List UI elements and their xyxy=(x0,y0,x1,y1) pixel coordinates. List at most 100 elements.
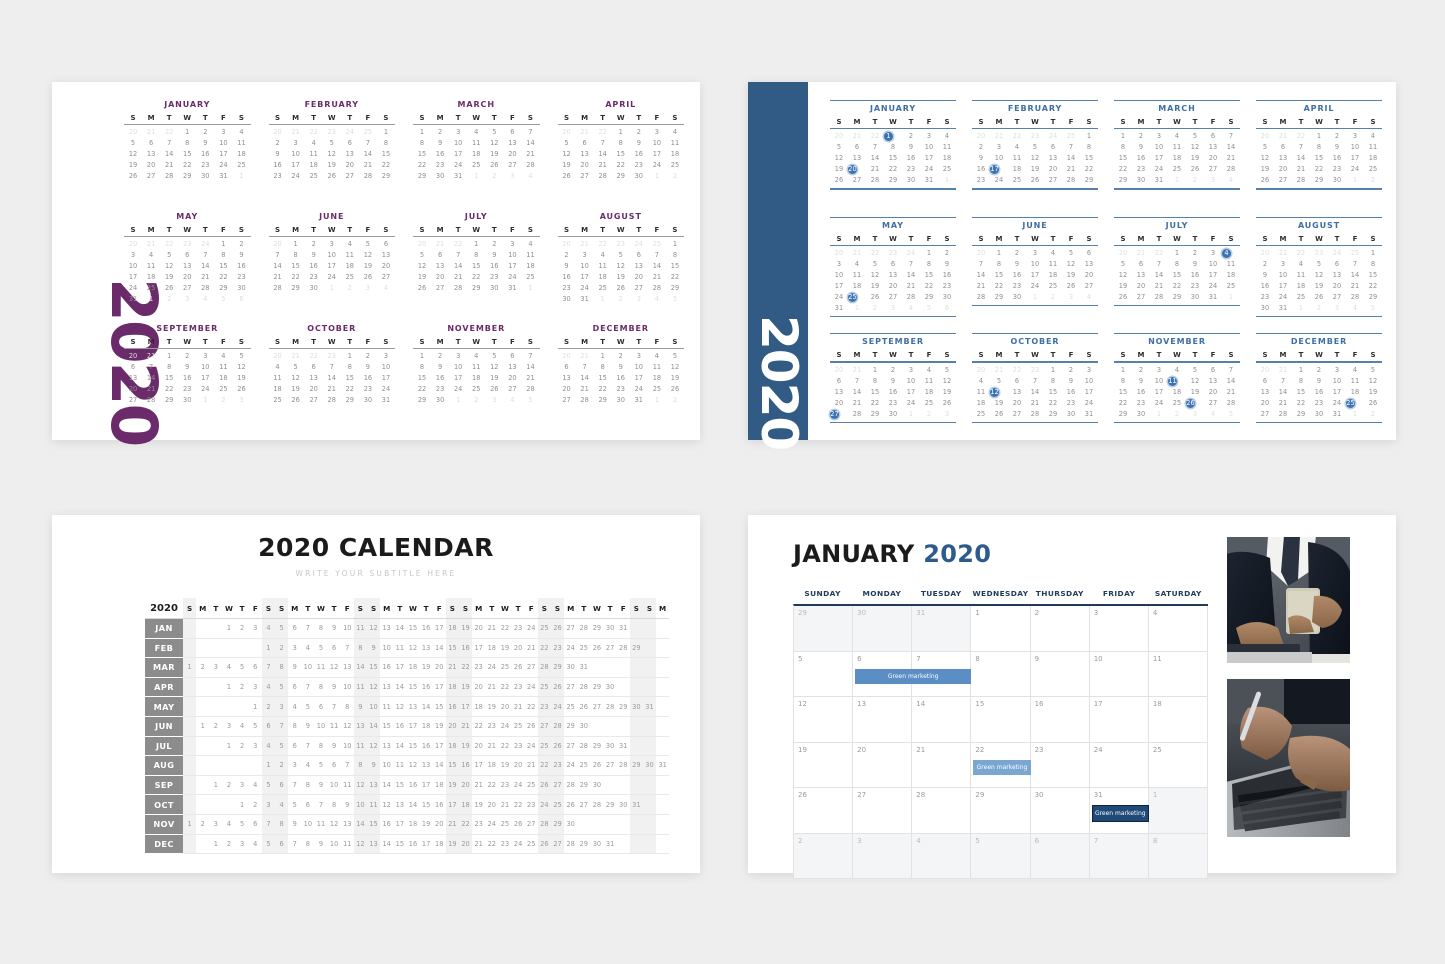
linear-day-cell[interactable]: 16 xyxy=(419,736,433,757)
day-cell[interactable]: 15 xyxy=(1080,154,1098,163)
linear-day-cell[interactable]: 30 xyxy=(564,657,578,678)
linear-day-cell[interactable]: 10 xyxy=(327,775,341,796)
day-cell[interactable]: 2 xyxy=(1186,249,1204,258)
linear-day-cell[interactable]: 8 xyxy=(353,638,367,659)
day-cell[interactable]: 21 xyxy=(521,150,539,159)
day-cell[interactable]: 12 xyxy=(612,262,630,271)
day-cell[interactable]: 11 xyxy=(232,139,250,148)
linear-day-cell[interactable]: 30 xyxy=(642,755,657,776)
linear-day-cell[interactable]: 18 xyxy=(485,755,499,776)
day-cell[interactable]: 20 xyxy=(1044,165,1062,174)
day-cell[interactable]: 29 xyxy=(612,172,630,181)
day-cell[interactable]: 5 xyxy=(485,352,503,361)
day-cell[interactable]: 17 xyxy=(1150,154,1168,163)
linear-day-cell[interactable]: 27 xyxy=(603,755,617,776)
linear-day-cell[interactable]: 19 xyxy=(458,736,473,757)
day-cell[interactable]: 25 xyxy=(666,161,684,170)
day-cell[interactable]: 2 xyxy=(902,132,920,141)
day-cell[interactable]: 27 xyxy=(630,284,648,293)
day-cell[interactable]: 3 xyxy=(1328,366,1346,375)
day-cell[interactable]: 27 xyxy=(1204,399,1222,408)
linear-day-cell[interactable]: 23 xyxy=(472,657,486,678)
day-cell[interactable]: 21 xyxy=(594,161,612,170)
day-cell[interactable]: 27 xyxy=(1274,176,1292,185)
linear-day-cell[interactable]: 10 xyxy=(314,716,328,737)
linear-day-cell[interactable]: 3 xyxy=(288,755,302,776)
linear-day-cell[interactable]: 30 xyxy=(616,794,630,815)
day-cell[interactable]: 12 xyxy=(1310,271,1328,280)
linear-day-cell[interactable]: 22 xyxy=(485,775,499,796)
day-cell[interactable]: 24 xyxy=(377,385,395,394)
day-cell[interactable]: 7 xyxy=(576,363,594,372)
day-cell[interactable]: 21 xyxy=(1222,388,1240,397)
day-cell[interactable]: 27 xyxy=(1132,293,1150,302)
linear-day-cell[interactable]: 6 xyxy=(288,677,302,698)
day-cell[interactable]: 8 xyxy=(413,363,431,372)
day-cell[interactable]: 29 xyxy=(594,396,612,405)
day-cell[interactable]: 20 xyxy=(377,262,395,271)
linear-day-cell[interactable]: 7 xyxy=(301,736,315,757)
linear-day-cell[interactable]: 17 xyxy=(472,638,486,659)
day-cell[interactable]: 26 xyxy=(232,385,250,394)
calendar-event-chip[interactable]: Green marketing xyxy=(973,759,1031,775)
day-cell[interactable]: 25 xyxy=(232,161,250,170)
linear-day-cell[interactable]: 15 xyxy=(419,794,433,815)
linear-day-cell[interactable]: 14 xyxy=(432,638,446,659)
linear-day-cell[interactable]: 11 xyxy=(340,775,354,796)
month-view-cell[interactable]: 25 xyxy=(1148,742,1208,788)
day-cell[interactable]: 8 xyxy=(377,139,395,148)
day-cell[interactable]: 17 xyxy=(323,262,341,271)
day-cell[interactable]: 1 xyxy=(178,128,196,137)
day-cell[interactable]: 23 xyxy=(178,385,196,394)
day-cell[interactable]: 4 xyxy=(938,132,956,141)
linear-day-cell[interactable]: 14 xyxy=(366,716,381,737)
day-cell[interactable]: 28 xyxy=(1222,165,1240,174)
linear-day-cell[interactable]: 22 xyxy=(498,736,512,757)
day-cell[interactable]: 14 xyxy=(1274,388,1292,397)
linear-day-cell[interactable]: 26 xyxy=(577,696,591,717)
linear-day-cell[interactable]: 14 xyxy=(393,736,407,757)
day-cell[interactable]: 11 xyxy=(666,139,684,148)
linear-day-cell[interactable]: 11 xyxy=(314,657,328,678)
day-cell[interactable]: 17 xyxy=(1150,388,1168,397)
linear-day-cell[interactable]: 14 xyxy=(432,755,446,776)
linear-day-cell[interactable]: 12 xyxy=(393,696,407,717)
linear-day-cell[interactable]: 18 xyxy=(406,657,420,678)
day-cell[interactable]: 18 xyxy=(142,273,160,282)
day-cell[interactable]: 26 xyxy=(1186,165,1204,174)
day-cell[interactable]: 23 xyxy=(1328,165,1346,174)
day-cell[interactable]: 22 xyxy=(920,282,938,291)
linear-day-cell[interactable]: 26 xyxy=(564,794,578,815)
day-cell[interactable]: 11 xyxy=(648,363,666,372)
day-cell[interactable]: 7 xyxy=(1062,143,1080,152)
day-cell[interactable]: 4 xyxy=(666,128,684,137)
linear-day-cell[interactable]: 12 xyxy=(327,814,341,835)
linear-day-cell[interactable]: 2 xyxy=(274,638,289,659)
day-cell[interactable]: 3 xyxy=(1150,366,1168,375)
day-cell[interactable]: 1 xyxy=(1044,366,1062,375)
linear-day-cell[interactable]: 22 xyxy=(485,834,499,855)
day-cell[interactable]: 24 xyxy=(196,385,214,394)
linear-day-cell[interactable]: 24 xyxy=(498,716,512,737)
linear-day-cell[interactable]: 7 xyxy=(327,696,341,717)
linear-day-cell[interactable]: 12 xyxy=(366,618,381,639)
day-cell[interactable]: 14 xyxy=(521,139,539,148)
month-view-cell[interactable]: 9 xyxy=(1030,651,1090,697)
month-view-cell[interactable]: 13 xyxy=(853,697,913,743)
day-cell[interactable]: 13 xyxy=(830,388,848,397)
day-cell[interactable]: 28 xyxy=(972,293,990,302)
day-cell[interactable]: 20 xyxy=(1328,282,1346,291)
day-cell[interactable]: 15 xyxy=(990,271,1008,280)
day-cell[interactable]: 22 xyxy=(1364,282,1382,291)
linear-day-cell[interactable]: 4 xyxy=(261,677,275,698)
day-cell[interactable]: 2 xyxy=(196,128,214,137)
day-cell[interactable]: 12 xyxy=(666,363,684,372)
linear-day-cell[interactable]: 29 xyxy=(590,618,604,639)
day-cell[interactable]: 22 xyxy=(413,161,431,170)
linear-day-cell[interactable]: 3 xyxy=(248,677,262,698)
day-cell[interactable]: 10 xyxy=(1328,377,1346,386)
day-cell[interactable]: 16 xyxy=(485,262,503,271)
linear-day-cell[interactable]: 26 xyxy=(590,755,604,776)
day-cell[interactable]: 29 xyxy=(1310,176,1328,185)
day-cell[interactable]: 22 xyxy=(160,385,178,394)
